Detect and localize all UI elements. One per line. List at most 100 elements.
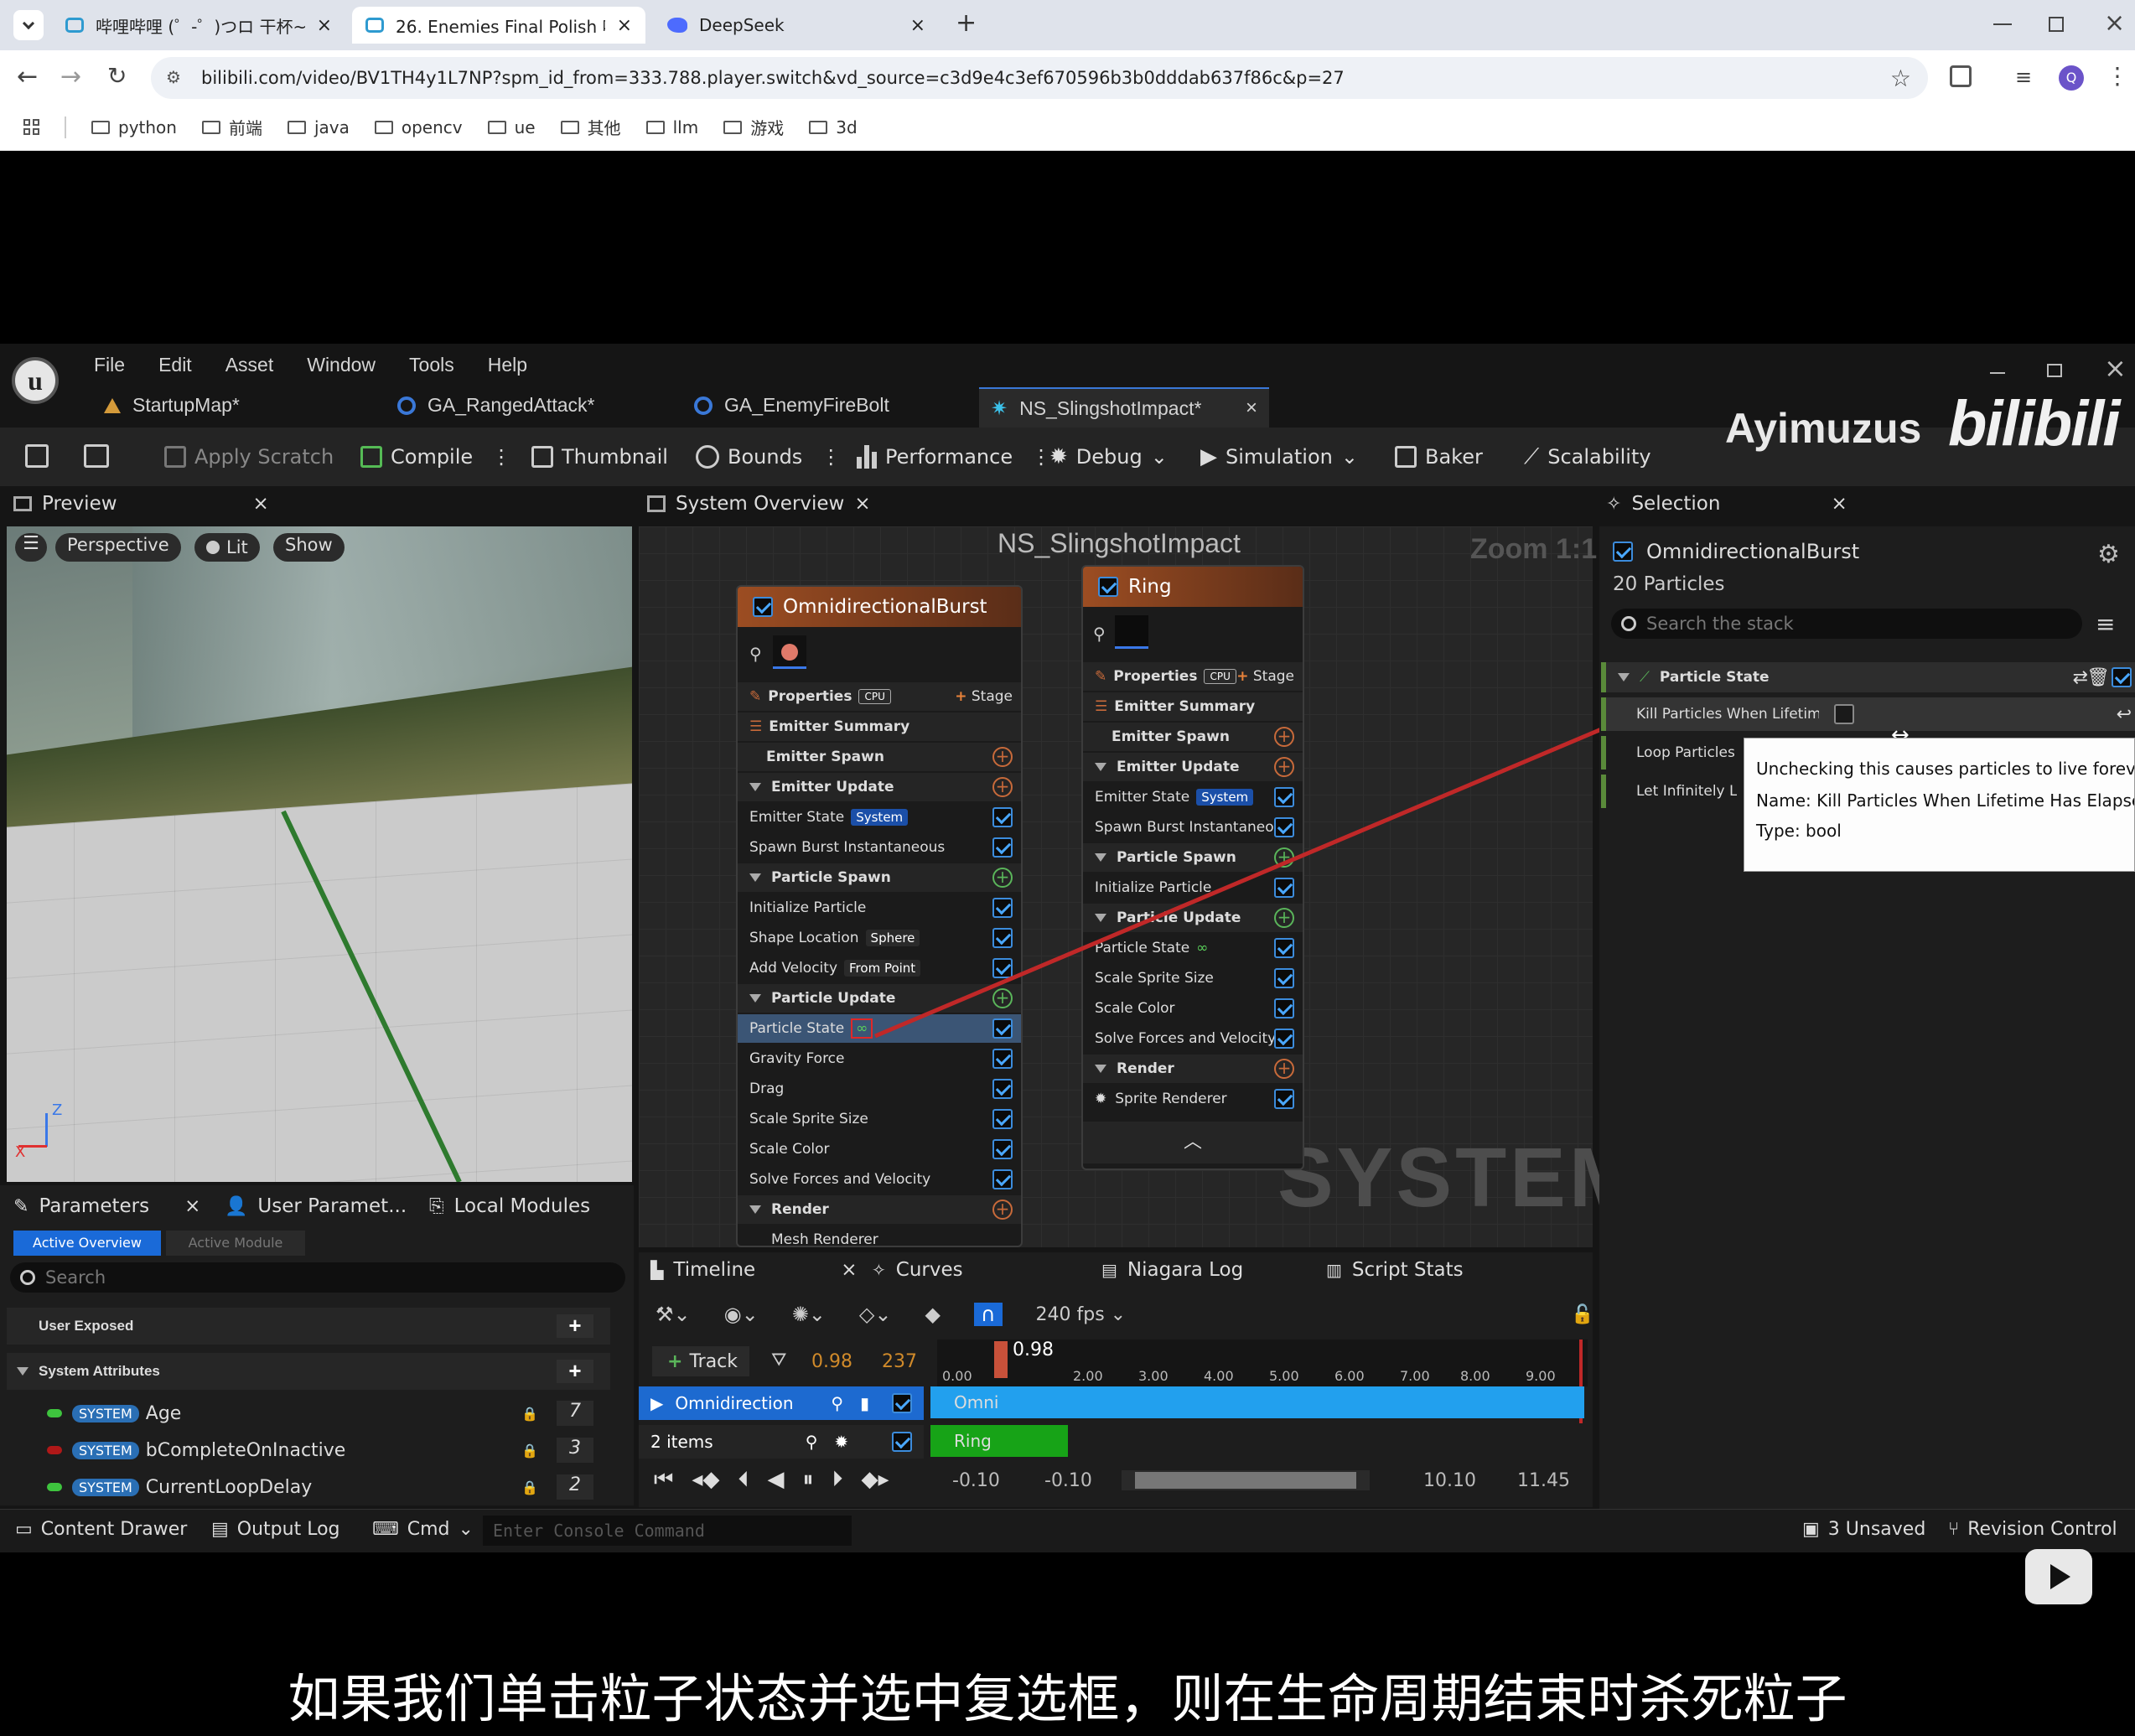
delete-icon[interactable]: 🗑	[2086, 667, 2110, 688]
wrench-icon[interactable]: ⚒⌄	[656, 1303, 691, 1326]
track-enable-checkbox[interactable]	[892, 1432, 912, 1452]
video-subtitle: 如果我们单击粒子状态并选中复选框，则在生命周期结束时杀死粒子	[288, 1668, 1847, 1729]
revision-control-button[interactable]: ⑂ Revision Control	[1948, 1519, 2117, 1540]
range-scrollbar[interactable]	[1122, 1470, 1370, 1490]
tab-parameters[interactable]: ✎ Parameters ×	[13, 1195, 200, 1217]
tick-label: 6.00	[1334, 1368, 1365, 1384]
chevron-down-icon: ⌄	[458, 1519, 474, 1540]
close-icon[interactable]: ×	[184, 1195, 200, 1217]
content-drawer-icon: ▭	[15, 1519, 33, 1540]
parameter-row-bcompleteoninactive[interactable]: SYSTEM bCompleteOnInactive 🔒 3	[47, 1435, 600, 1465]
lock-icon: 🔒	[521, 1405, 538, 1422]
transport-controls: ⏮ ◂◆ ⏴ ◀ ⏸ ⏵ ◆▸	[654, 1467, 889, 1493]
pin-icon: ⚲	[831, 1393, 844, 1413]
type-color-dot	[47, 1483, 62, 1491]
collapse-icon[interactable]	[17, 1367, 29, 1376]
tick-label: 7.00	[1400, 1368, 1430, 1384]
bilibili-play-icon[interactable]	[2025, 1549, 2092, 1604]
timeline-toolbar: ⚒⌄ ◉⌄ ✺⌄ ◇⌄ ◆ ∩ 240 fps ⌄	[650, 1296, 1589, 1333]
step-back-icon[interactable]: ◂◆	[692, 1467, 719, 1493]
go-to-end-icon[interactable]: ◆▸	[862, 1467, 889, 1493]
parameter-value[interactable]: 3	[557, 1438, 593, 1463]
unlock-icon[interactable]: 🔓	[1571, 1304, 1593, 1325]
range-start[interactable]: -0.10	[952, 1470, 1000, 1491]
output-log-icon: ▤	[211, 1519, 229, 1540]
tick-label: 3.00	[1138, 1368, 1169, 1384]
track-row-omnidirectional[interactable]: ▶ Omnidirection ⚲ ▮	[639, 1386, 924, 1420]
tab-selection[interactable]: ✧ Selection ×	[1606, 493, 1847, 515]
expand-icon[interactable]: ▶	[650, 1393, 663, 1413]
stack-row-kill-particles[interactable]: Kill Particles When Lifetime Has Elapsed…	[1601, 697, 2135, 731]
keyframe-icon[interactable]: ◆	[925, 1303, 940, 1326]
unsaved-button[interactable]: ▣ 3 Unsaved	[1802, 1519, 1925, 1540]
modules-icon: ⎘	[429, 1195, 444, 1217]
output-log-button[interactable]: ▤ Output Log	[211, 1519, 340, 1540]
stack-section-particle-state[interactable]: ⟋ Particle State ⇄ 🗑	[1601, 662, 2135, 692]
add-parameter-button[interactable]: +	[557, 1360, 593, 1383]
range-view-start[interactable]: -0.10	[1044, 1470, 1092, 1491]
parameters-search-input[interactable]: Search	[10, 1262, 625, 1293]
play-reverse-icon[interactable]: ◀	[767, 1467, 784, 1493]
emitter-enable-checkbox[interactable]	[1613, 542, 1633, 562]
tab-timeline[interactable]: ▙ Timeline ×	[650, 1259, 857, 1281]
close-icon[interactable]: ×	[1831, 493, 1847, 515]
parameter-value[interactable]: 2	[557, 1474, 593, 1500]
settings-gear-icon[interactable]: ⚙	[2097, 540, 2120, 569]
tick-label: 2.00	[1073, 1368, 1103, 1384]
active-module-button[interactable]: Active Module	[166, 1231, 305, 1256]
search-icon	[1621, 616, 1636, 631]
pin-icon: ⚲	[805, 1432, 818, 1452]
active-overview-button[interactable]: Active Overview	[13, 1231, 161, 1256]
next-frame-icon[interactable]: ⏵	[832, 1467, 842, 1493]
eye-icon[interactable]: ◉⌄	[724, 1303, 759, 1326]
snap-magnet-icon[interactable]: ∩	[973, 1303, 1003, 1326]
search-icon	[20, 1270, 35, 1285]
parameter-row-currentloopdelay[interactable]: SYSTEM CurrentLoopDelay 🔒 2	[47, 1472, 600, 1502]
reset-icon[interactable]: ↩	[2117, 704, 2132, 725]
tab-niagara-log[interactable]: ▤ Niagara Log	[1101, 1259, 1243, 1281]
console-input[interactable]: Enter Console Command	[483, 1516, 852, 1546]
tooltip-type: Type: bool	[1756, 821, 1842, 841]
track-row-ring[interactable]: 2 items ⚲ ✹	[639, 1425, 924, 1459]
track-bar-ring[interactable]: Ring	[930, 1425, 1068, 1457]
tooltip-name: Name: Kill Particles When Lifetime Has E…	[1756, 790, 2135, 811]
key-icon[interactable]: ◇⌄	[859, 1303, 892, 1326]
tab-user-parameters[interactable]: 👤 User Paramet...	[225, 1195, 407, 1217]
tab-script-stats[interactable]: ▥ Script Stats	[1326, 1259, 1464, 1281]
kill-particles-checkbox[interactable]	[1834, 704, 1854, 724]
tick-label: 5.00	[1269, 1368, 1299, 1384]
playhead-handle[interactable]	[994, 1341, 1008, 1378]
tab-local-modules[interactable]: ⎘ Local Modules	[429, 1195, 590, 1217]
track-enable-checkbox[interactable]	[892, 1393, 912, 1413]
settings-icon[interactable]: ✺⌄	[792, 1303, 826, 1326]
stack-search-input[interactable]: Search the stack	[1611, 609, 2082, 639]
add-track-button[interactable]: + Track	[652, 1346, 749, 1376]
filter-icon[interactable]: ≡	[2096, 610, 2115, 638]
module-enable-checkbox[interactable]	[2112, 667, 2132, 687]
content-drawer-button[interactable]: ▭ Content Drawer	[15, 1519, 187, 1540]
system-attributes-section[interactable]: System Attributes +	[7, 1353, 610, 1390]
prev-frame-icon[interactable]: ⏴	[738, 1467, 749, 1493]
current-time-seconds: 0.98	[811, 1351, 852, 1372]
parameters-icon: ✎	[13, 1195, 29, 1217]
collapse-icon[interactable]	[1618, 673, 1630, 681]
tick-label: 8.00	[1460, 1368, 1490, 1384]
selection-icon: ✧	[1606, 493, 1622, 515]
timeline-icon: ▙	[650, 1260, 664, 1280]
track-bar-omni[interactable]: Omni	[930, 1386, 1584, 1418]
sprite-icon: ✹	[834, 1432, 849, 1452]
filter-icon[interactable]: ⛛	[771, 1350, 786, 1371]
parameter-row-age[interactable]: SYSTEM Age 🔒 7	[47, 1398, 600, 1428]
add-parameter-button[interactable]: +	[557, 1314, 593, 1338]
range-end[interactable]: 11.45	[1517, 1470, 1570, 1491]
fps-dropdown[interactable]: 240 fps ⌄	[1036, 1304, 1127, 1325]
parameter-value[interactable]: 7	[557, 1401, 593, 1426]
range-view-end[interactable]: 10.10	[1423, 1470, 1476, 1491]
emitter-icon: ▮	[860, 1393, 870, 1413]
user-exposed-section[interactable]: User Exposed +	[7, 1308, 610, 1345]
cmd-dropdown[interactable]: ⌨ Cmd ⌄	[372, 1519, 474, 1540]
tab-curves[interactable]: ✧ Curves	[872, 1259, 963, 1281]
close-icon[interactable]: ×	[841, 1259, 857, 1281]
go-to-start-icon[interactable]: ⏮	[654, 1467, 673, 1493]
pause-icon[interactable]: ⏸	[802, 1467, 813, 1493]
